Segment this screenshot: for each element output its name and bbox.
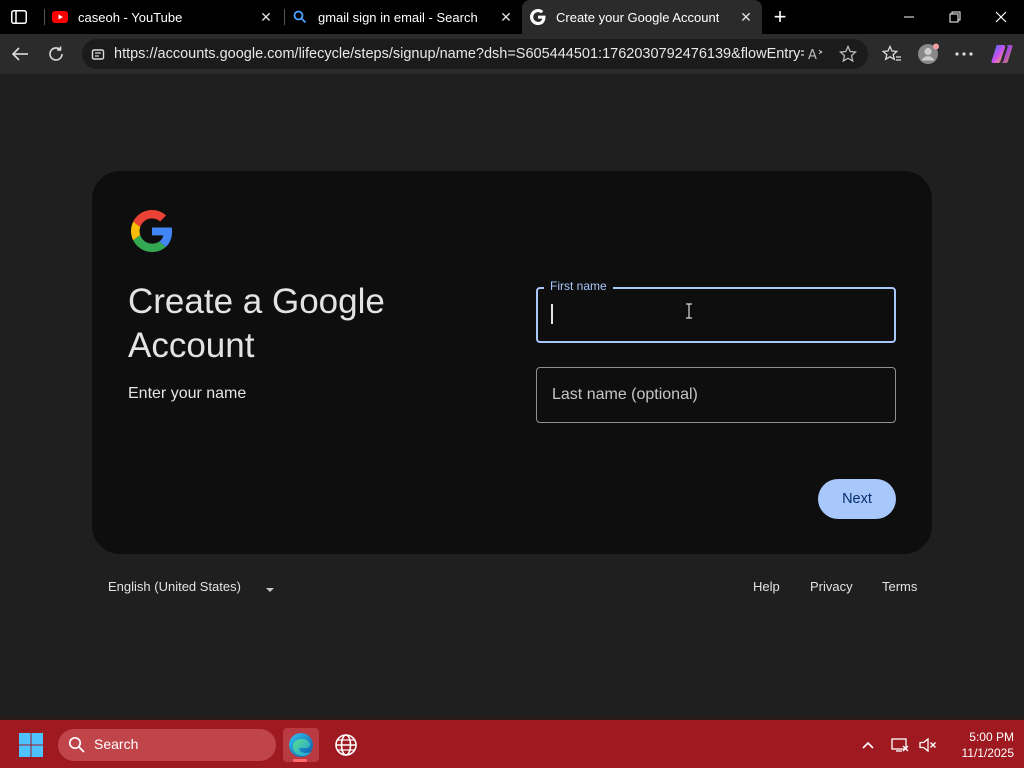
read-aloud-icon[interactable]: A	[806, 45, 826, 63]
clock-time: 5:00 PM	[969, 730, 1014, 744]
text-caret	[551, 304, 553, 324]
last-name-placeholder: Last name (optional)	[552, 386, 698, 403]
language-selector[interactable]: English (United States)	[108, 579, 241, 594]
help-link[interactable]: Help	[753, 579, 780, 594]
chevron-up-icon[interactable]	[858, 736, 878, 754]
copilot-icon[interactable]	[990, 42, 1014, 66]
favorites-icon[interactable]	[880, 42, 904, 66]
tab-google-account[interactable]: Create your Google Account ✕	[522, 0, 762, 34]
chevron-down-icon[interactable]	[264, 582, 276, 592]
tab-separator	[284, 9, 285, 25]
favorite-star-icon[interactable]	[838, 45, 858, 63]
google-icon	[530, 9, 546, 25]
new-tab-icon[interactable]: +	[768, 4, 792, 29]
first-name-input[interactable]	[536, 287, 896, 343]
tab-search[interactable]: gmail sign in email - Search ✕	[292, 0, 522, 34]
browser-toolbar: https://accounts.google.com/lifecycle/st…	[0, 34, 1024, 74]
profile-avatar-icon[interactable]	[916, 42, 940, 66]
tab-title: gmail sign in email - Search	[318, 9, 478, 25]
next-button[interactable]: Next	[818, 479, 896, 519]
network-icon[interactable]	[890, 736, 910, 754]
back-icon[interactable]	[6, 40, 34, 68]
youtube-icon	[52, 9, 68, 25]
volume-muted-icon[interactable]	[918, 736, 938, 754]
text-cursor-icon	[684, 303, 696, 319]
restore-icon[interactable]	[932, 0, 978, 34]
page-title: Create a Google Account	[128, 282, 385, 365]
search-icon	[68, 736, 86, 754]
google-logo-icon	[131, 210, 173, 252]
clock-date: 11/1/2025	[961, 746, 1015, 760]
more-options-icon[interactable]	[952, 42, 976, 66]
tab-title: caseoh - YouTube	[78, 9, 183, 25]
edge-taskbar-icon[interactable]	[283, 728, 319, 762]
tab-separator	[44, 9, 45, 25]
close-window-icon[interactable]	[978, 0, 1024, 34]
privacy-link[interactable]: Privacy	[810, 579, 853, 594]
url-text: https://accounts.google.com/lifecycle/st…	[114, 46, 804, 62]
tab-actions-icon[interactable]	[8, 7, 30, 27]
globe-taskbar-icon[interactable]	[328, 728, 364, 762]
tab-youtube[interactable]: caseoh - YouTube ✕	[52, 0, 282, 34]
page-subtitle: Enter your name	[128, 385, 247, 402]
close-tab-icon[interactable]: ✕	[258, 9, 274, 25]
windows-start-icon[interactable]	[18, 732, 44, 758]
address-bar[interactable]: https://accounts.google.com/lifecycle/st…	[82, 39, 868, 69]
terms-link[interactable]: Terms	[882, 579, 917, 594]
search-icon	[292, 9, 308, 25]
close-tab-icon[interactable]: ✕	[738, 9, 754, 25]
minimize-icon[interactable]	[886, 0, 932, 34]
tab-strip: caseoh - YouTube ✕ gmail sign in email -…	[0, 0, 1024, 34]
system-clock[interactable]: 5:00 PM 11/1/2025	[944, 729, 1015, 761]
svg-text:A: A	[808, 48, 817, 62]
refresh-icon[interactable]	[42, 40, 70, 68]
active-app-indicator	[293, 759, 307, 762]
taskbar-search[interactable]: Search	[58, 729, 276, 761]
taskbar-search-label: Search	[94, 736, 139, 752]
close-tab-icon[interactable]: ✕	[498, 9, 514, 25]
tab-title: Create your Google Account	[556, 9, 720, 25]
site-info-icon[interactable]	[90, 46, 106, 62]
first-name-label: First name	[544, 279, 613, 293]
